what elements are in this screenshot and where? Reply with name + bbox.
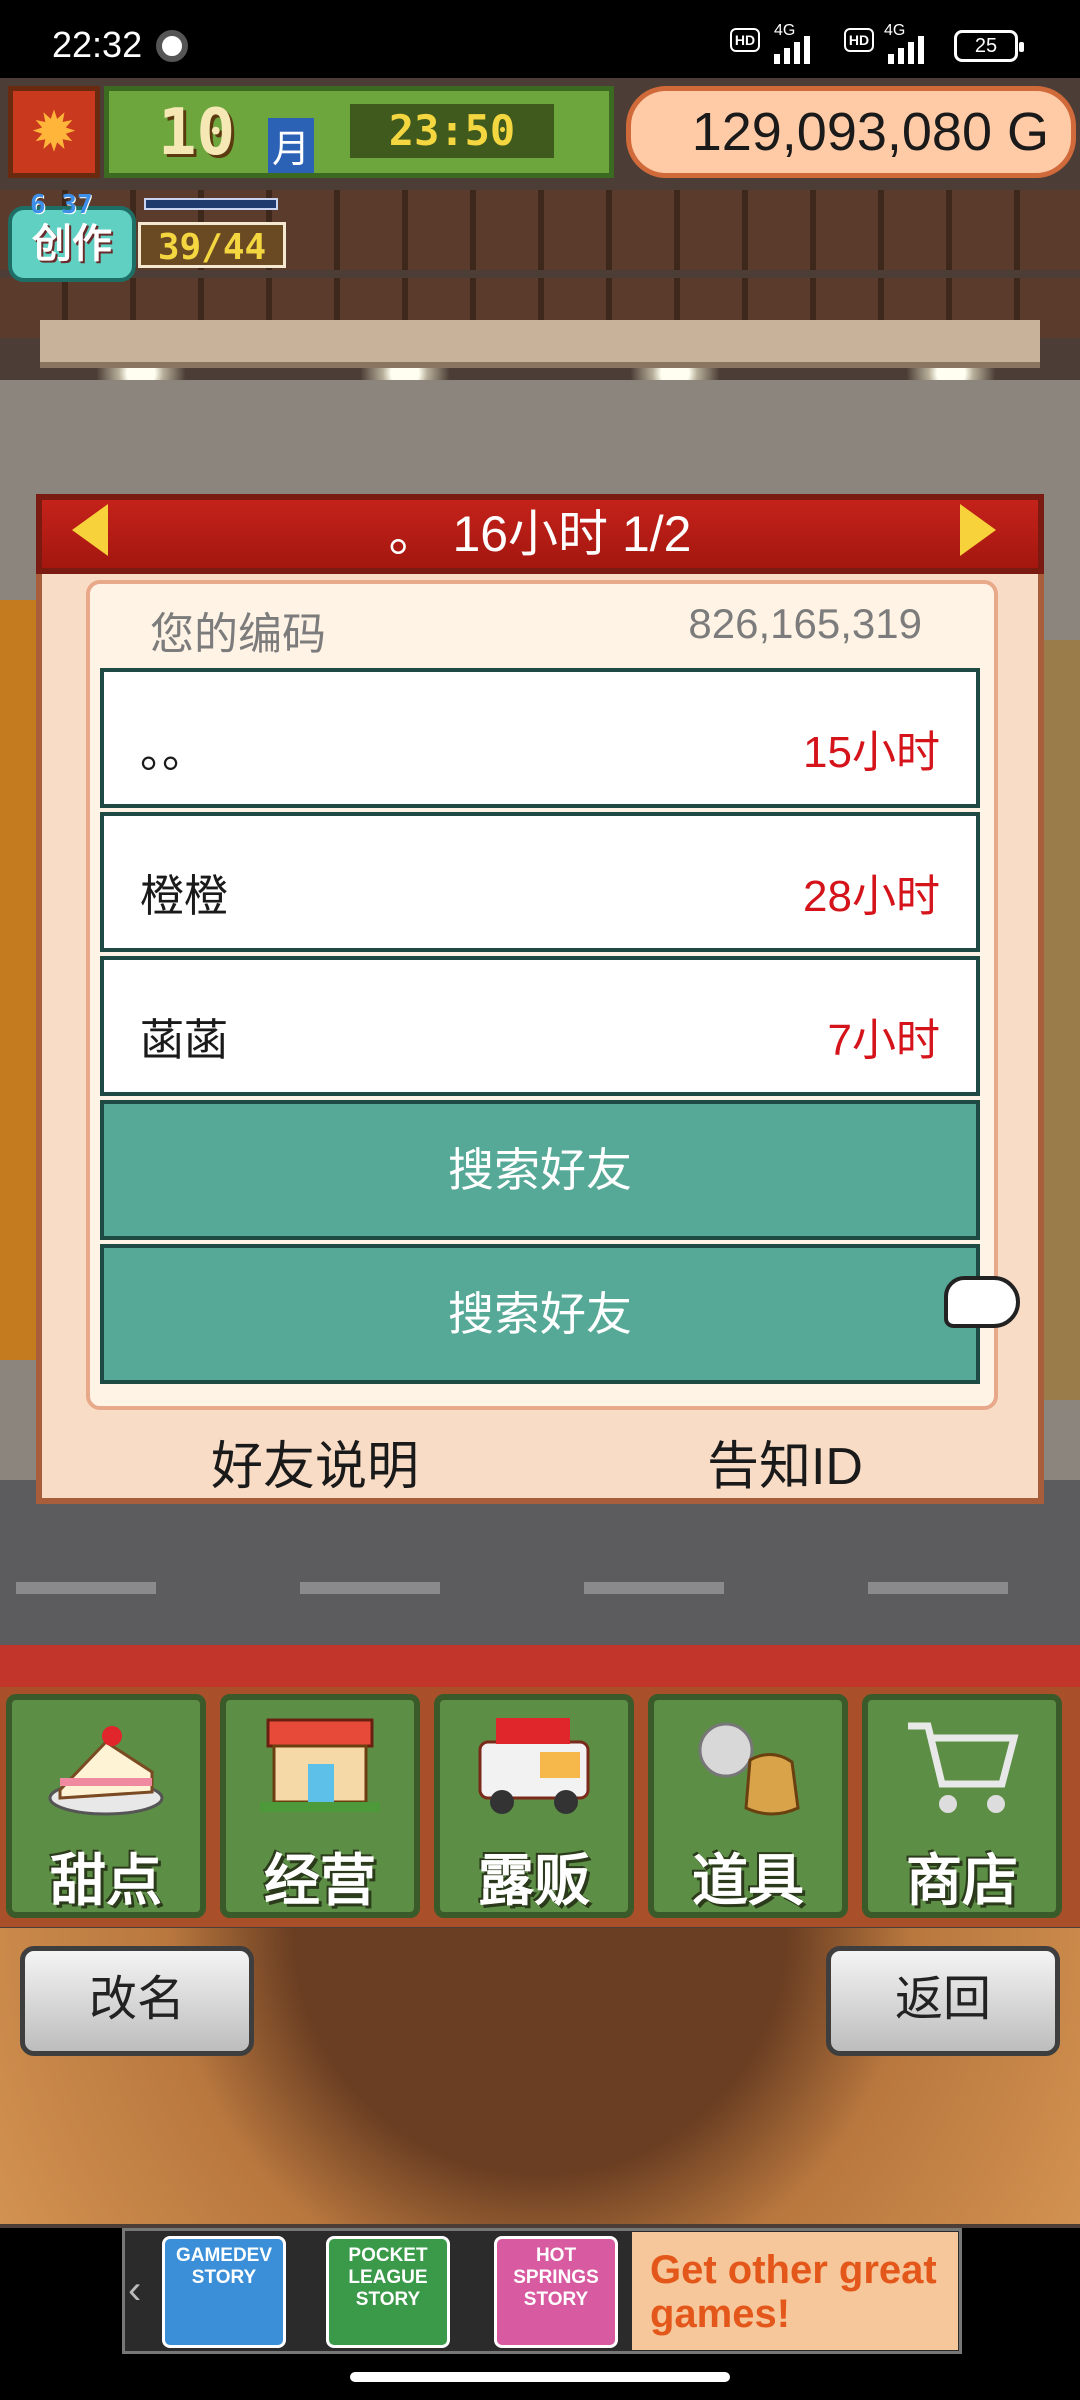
prev-page-arrow-icon[interactable] — [72, 504, 108, 556]
signal-icon-2 — [888, 34, 924, 64]
notification-icon — [156, 30, 188, 62]
friend-help-button[interactable]: 好友说明 — [190, 1424, 440, 1499]
friend-hours: 28小时 — [803, 872, 940, 921]
menu-label: 道具 — [692, 1849, 804, 1912]
lane-marking — [868, 1582, 1008, 1594]
dialog-title: 。 16小时 1/2 — [388, 506, 692, 562]
battery-icon: 25 — [954, 30, 1024, 62]
red-strip — [0, 1645, 1080, 1687]
home-indicator[interactable] — [350, 2372, 730, 2382]
shop-icon — [260, 1712, 380, 1822]
hd-badge-2: HD — [844, 28, 874, 52]
ad-game-gamedev[interactable]: GAMEDEV STORY — [162, 2236, 286, 2348]
create-mini-stats: 6 37 — [30, 190, 93, 220]
signal-icon — [774, 34, 810, 64]
lane-marking — [300, 1582, 440, 1594]
street — [0, 1480, 1080, 1650]
search-friend-button-2[interactable]: 搜索好友 — [100, 1244, 980, 1384]
lane-marking — [584, 1582, 724, 1594]
back-button[interactable]: 返回 — [826, 1946, 1060, 2056]
ad-left-arrow-icon[interactable]: ‹ — [128, 2260, 152, 2320]
shop-awning — [40, 320, 1040, 368]
create-progress-bar — [144, 198, 278, 210]
friend-name: 橙橙 — [140, 872, 228, 921]
your-code-label: 您的编码 — [150, 610, 326, 659]
notify-id-button[interactable]: 告知ID — [660, 1424, 910, 1499]
cart-icon — [902, 1712, 1022, 1822]
money-display: 129,093,080 G — [626, 86, 1076, 178]
cake-icon — [46, 1712, 166, 1822]
lane-marking — [16, 1582, 156, 1594]
ad-game-hot-springs[interactable]: HOT SPRINGS STORY — [494, 2236, 618, 2348]
menu-label: 商店 — [906, 1849, 1018, 1912]
hd-badge: HD — [730, 28, 760, 52]
friend-name: 。。 — [140, 728, 206, 777]
game-clock: 23:50 — [350, 104, 554, 158]
maple-leaf-icon: ✹ — [8, 86, 100, 178]
month-unit: 月 — [268, 118, 315, 173]
menu-label: 甜点 — [50, 1849, 162, 1912]
menu-label: 经营 — [264, 1849, 376, 1912]
next-page-arrow-icon[interactable] — [960, 504, 996, 556]
food-truck-icon — [474, 1712, 594, 1822]
rename-button[interactable]: 改名 — [20, 1946, 254, 2056]
hand-pointer-icon — [944, 1276, 1020, 1328]
month-value: 10 — [158, 96, 236, 170]
your-code-value: 826,165,319 — [688, 600, 922, 647]
menu-label: 露贩 — [478, 1849, 590, 1912]
friend-name: 菡菡 — [140, 1016, 228, 1065]
ad-game-pocket-league[interactable]: POCKET LEAGUE STORY — [326, 2236, 450, 2348]
create-count: 39/44 — [138, 222, 286, 268]
status-time: 22:32 — [52, 24, 143, 65]
friend-hours: 7小时 — [827, 1016, 940, 1065]
ad-more-games[interactable]: Get other great games! — [632, 2232, 958, 2350]
friend-hours: 15小时 — [803, 728, 940, 777]
search-friend-button[interactable]: 搜索好友 — [100, 1100, 980, 1240]
items-icon — [688, 1712, 808, 1822]
